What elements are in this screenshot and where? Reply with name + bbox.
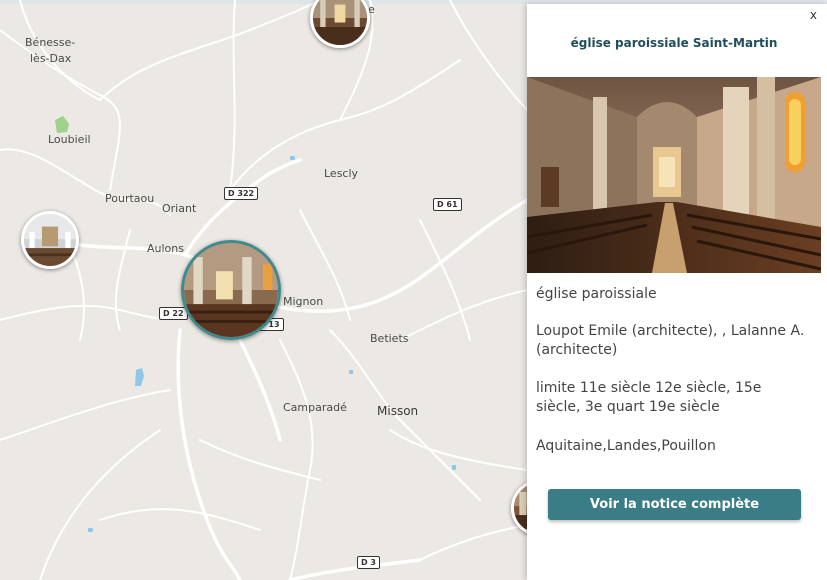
full-notice-button[interactable]: Voir la notice complète	[548, 489, 801, 520]
monument-period: limite 11e siècle 12e siècle, 15e siècle…	[536, 380, 762, 415]
info-panel: x église paroissiale Saint-Martin église…	[527, 4, 827, 580]
monument-type: église paroissiale	[536, 286, 657, 302]
church-thumbnail-icon	[24, 214, 76, 266]
close-button[interactable]: x	[810, 8, 817, 22]
place-label-les-dax: lès-Dax	[30, 52, 72, 65]
place-label-betiets: Betiets	[370, 332, 409, 345]
panel-title: église paroissiale Saint-Martin	[570, 36, 778, 50]
road-shield-d3: D 3	[357, 556, 380, 569]
church-thumbnail-icon	[184, 243, 278, 337]
place-label-benesse: Bénesse-	[25, 36, 76, 49]
place-label-lescly: Lescly	[324, 167, 359, 180]
church-thumbnail-icon	[313, 0, 367, 45]
monument-architects: Loupot Emile (architecte), , Lalanne A. …	[536, 323, 805, 358]
monument-location: Aquitaine,Landes,Pouillon	[536, 438, 716, 454]
church-interior-image	[527, 77, 821, 273]
place-label-misson: Misson	[377, 404, 419, 418]
road-shield-d322: D 322	[224, 187, 259, 200]
road-shield-d22: D 22	[159, 307, 188, 320]
place-label-oriant: Oriant	[162, 202, 197, 215]
church-photo	[527, 77, 821, 273]
place-label-aulons: Aulons	[147, 242, 184, 255]
church-marker-left[interactable]	[21, 211, 79, 269]
place-label-loubieil: Loubieil	[48, 133, 91, 146]
place-label-pourtaou: Pourtaou	[105, 192, 155, 205]
road-shield-d61: D 61	[433, 198, 462, 211]
place-label-mignon: Mignon	[283, 295, 324, 308]
place-label-camparade: Camparadé	[283, 401, 347, 414]
church-marker-selected[interactable]	[181, 240, 281, 340]
